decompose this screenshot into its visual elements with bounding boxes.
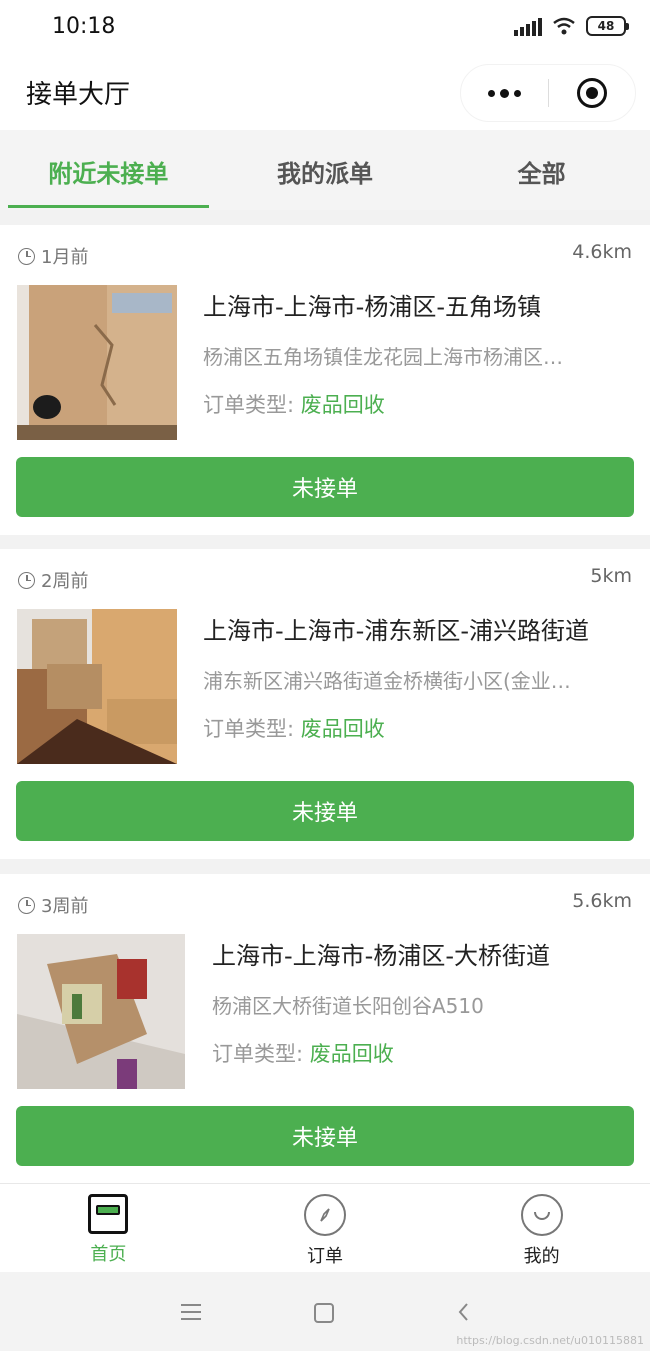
bottom-tab-bar: 首页 订单 我的 xyxy=(0,1183,650,1272)
nav-bar: 接单大厅 xyxy=(0,56,650,130)
order-type: 订单类型: 废品回收 xyxy=(203,389,385,419)
order-address: 浦东新区浦兴路街道金桥横街小区(金业… xyxy=(203,669,571,693)
order-card[interactable]: 1月前 4.6km 上海市-上海市-杨浦区-五角场镇 杨浦区五角场镇佳龙花园上海… xyxy=(0,225,650,535)
order-type-value: 废品回收 xyxy=(300,717,385,741)
order-type-label: 订单类型: xyxy=(212,1042,304,1066)
order-time: 1月前 xyxy=(18,243,88,269)
mini-program-capsule xyxy=(460,64,636,122)
order-type-label: 订单类型: xyxy=(203,717,295,741)
tabbar-item-orders[interactable]: 订单 xyxy=(217,1184,434,1272)
order-time-text: 3周前 xyxy=(41,896,89,917)
tabbar-label: 订单 xyxy=(307,1246,343,1267)
home-square-icon[interactable] xyxy=(314,1303,334,1323)
order-address: 杨浦区五角场镇佳龙花园上海市杨浦区… xyxy=(203,345,563,369)
back-chevron-icon[interactable] xyxy=(452,1300,476,1324)
order-photo xyxy=(17,934,185,1089)
order-title: 上海市-上海市-浦东新区-浦兴路街道 xyxy=(203,617,589,645)
system-navigation-bar: https://blog.csdn.net/u010115881 xyxy=(0,1272,650,1351)
accept-order-button[interactable]: 未接单 xyxy=(16,781,634,841)
accept-order-button[interactable]: 未接单 xyxy=(16,457,634,517)
status-bar: 10:18 48 xyxy=(0,0,650,56)
page-title: 接单大厅 xyxy=(26,80,131,110)
smile-icon xyxy=(520,1194,563,1236)
order-title: 上海市-上海市-杨浦区-大桥街道 xyxy=(212,942,550,970)
clock-icon xyxy=(18,571,35,589)
order-type-value: 废品回收 xyxy=(300,393,385,417)
order-card[interactable]: 2周前 5km 上海市-上海市-浦东新区-浦兴路街道 浦东新区浦兴路街道金桥横街… xyxy=(0,549,650,859)
order-distance: 5km xyxy=(590,565,632,587)
order-type: 订单类型: 废品回收 xyxy=(212,1038,394,1068)
tab-all[interactable]: 全部 xyxy=(433,130,650,210)
order-time: 3周前 xyxy=(18,892,88,918)
status-icons: 48 xyxy=(514,16,629,36)
wifi-icon xyxy=(553,17,575,35)
order-address: 杨浦区大桥街道长阳创谷A510 xyxy=(212,994,484,1018)
tabbar-item-home[interactable]: 首页 xyxy=(0,1184,217,1272)
more-dots-icon xyxy=(487,89,495,97)
close-miniprogram-button[interactable] xyxy=(549,64,636,122)
battery-icon: 48 xyxy=(586,16,629,36)
order-type-label: 订单类型: xyxy=(203,393,295,417)
clock-icon xyxy=(18,896,35,914)
order-distance: 4.6km xyxy=(572,241,632,263)
tabbar-label: 首页 xyxy=(90,1244,127,1265)
tabbar-item-mine[interactable]: 我的 xyxy=(433,1184,650,1272)
clock-icon xyxy=(18,247,35,265)
compass-icon xyxy=(304,1194,346,1236)
order-title: 上海市-上海市-杨浦区-五角场镇 xyxy=(203,293,541,321)
target-icon xyxy=(576,78,607,108)
order-time: 2周前 xyxy=(18,567,88,593)
order-time-text: 1月前 xyxy=(41,247,89,268)
menu-icon[interactable] xyxy=(181,1304,201,1325)
more-button[interactable] xyxy=(461,64,548,122)
order-type-value: 废品回收 xyxy=(309,1042,394,1066)
order-distance: 5.6km xyxy=(572,890,632,912)
order-photo xyxy=(17,609,177,764)
order-time-text: 2周前 xyxy=(41,571,89,592)
order-photo xyxy=(17,285,177,440)
signal-icon xyxy=(514,16,542,36)
tab-nearby-unaccepted[interactable]: 附近未接单 xyxy=(0,130,217,210)
accept-order-button[interactable]: 未接单 xyxy=(16,1106,634,1166)
tabbar-label: 我的 xyxy=(523,1246,560,1267)
order-type: 订单类型: 废品回收 xyxy=(203,713,385,743)
order-filter-tabs: 附近未接单 我的派单 全部 xyxy=(0,130,650,210)
tab-my-dispatch[interactable]: 我的派单 xyxy=(217,130,434,210)
status-time: 10:18 xyxy=(52,14,116,39)
home-icon xyxy=(88,1194,129,1234)
watermark: https://blog.csdn.net/u010115881 xyxy=(456,1334,644,1347)
order-card[interactable]: 3周前 5.6km 上海市-上海市-杨浦区-大桥街道 杨浦区大桥街道长阳创谷A5… xyxy=(0,874,650,1184)
